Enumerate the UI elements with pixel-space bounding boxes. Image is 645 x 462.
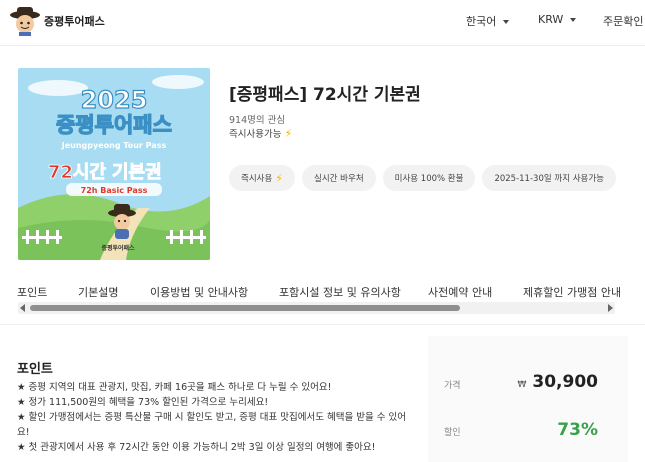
site-header: 증평투어패스 한국어 KRW 주문확인 [0, 0, 645, 46]
scrollbar-thumb[interactable] [30, 305, 460, 311]
product-image[interactable]: 2025 증평투어패스 Jeungpyeong Tour Pass 72시간 기… [18, 68, 210, 260]
image-english-name: Jeungpyeong Tour Pass [61, 141, 167, 150]
discount-value: 73% [557, 420, 598, 440]
image-badge-text: 증평투어패스 [101, 244, 135, 252]
tag-valid-until: 2025-11-30일 까지 사용가능 [482, 165, 616, 191]
tab-points[interactable]: 포인트 [17, 284, 47, 300]
tag-label: 즉시사용 [241, 174, 273, 184]
brand-name: 증평투어패스 [44, 15, 105, 28]
tab-partner-discount[interactable]: 제휴할인 가맹점 안내 [523, 284, 621, 300]
tab-basic-description[interactable]: 기본설명 [78, 284, 118, 300]
tag-realtime-voucher: 실시간 바우처 [302, 165, 376, 191]
scroll-left-arrow-icon[interactable] [20, 304, 25, 312]
mascot-logo-icon [10, 7, 40, 36]
currency-select[interactable]: KRW [538, 13, 577, 26]
points-list: ★ 증평 지역의 대표 관광지, 맛집, 카페 16곳을 패스 하나로 다 누릴… [17, 380, 412, 455]
chevron-down-icon [570, 18, 577, 22]
price-label: 가격 [444, 381, 461, 391]
points-heading: 포인트 [17, 362, 53, 377]
bolt-icon: ⚡ [275, 171, 284, 185]
detail-tabs: 포인트 기본설명 이용방법 및 안내사항 포함시설 정보 및 유의사항 사전예약… [0, 284, 630, 302]
currency-symbol: ₩ [517, 380, 527, 390]
order-check-link[interactable]: 주문확인 [603, 13, 643, 29]
language-select[interactable]: 한국어 [466, 13, 510, 29]
feature-tags: 즉시사용 ⚡ 실시간 바우처 미사용 100% 환불 2025-11-30일 까… [229, 165, 616, 191]
list-item: ★ 첫 관광지에서 사용 후 72시간 동안 이용 가능하니 2박 3일 이상 … [17, 442, 376, 453]
image-pass-title-black: 기본권 [112, 162, 162, 183]
chevron-down-icon [503, 19, 510, 24]
section-divider [0, 324, 645, 325]
tag-instant-use: 즉시사용 ⚡ [229, 165, 296, 191]
image-pass-subtitle: 72h Basic Pass [81, 186, 148, 195]
price-display: ₩ 30,900 [517, 372, 598, 392]
image-pass-name: 증평투어패스 [56, 113, 172, 137]
interest-count: 914명의 관심 [229, 115, 286, 126]
list-item: ★ 정가 111,500원의 혜택을 73% 할인된 가격으로 누리세요! [17, 397, 269, 408]
image-pass-title-red: 72시간 [48, 162, 107, 183]
product-title: [증평패스] 72시간 기본권 [229, 85, 421, 105]
instant-use-text: 즉시사용가능 [229, 129, 282, 140]
tab-facility-info[interactable]: 포함시설 정보 및 유의사항 [279, 284, 401, 300]
site-logo[interactable]: 증평투어패스 [8, 6, 105, 36]
list-item: ★ 증평 지역의 대표 관광지, 맛집, 카페 16곳을 패스 하나로 다 누릴… [17, 382, 332, 393]
tag-full-refund: 미사용 100% 환불 [382, 165, 476, 191]
language-label: 한국어 [466, 15, 497, 28]
scroll-right-arrow-icon[interactable] [608, 304, 613, 312]
image-year: 2025 [81, 86, 148, 114]
tabs-scrollbar[interactable] [18, 302, 615, 314]
tab-how-to-use[interactable]: 이용방법 및 안내사항 [150, 284, 248, 300]
discount-label: 할인 [444, 428, 461, 438]
price-panel: 가격 ₩ 30,900 할인 73% [428, 336, 628, 462]
bolt-icon: ⚡ [284, 126, 293, 140]
currency-label: KRW [538, 13, 564, 26]
list-item: ★ 할인 가맹점에서는 증평 특산물 구매 시 할인도 받고, 증평 대표 맛집… [17, 412, 406, 438]
instant-use-label: 즉시사용가능 ⚡ [229, 126, 293, 141]
price-value: 30,900 [532, 372, 598, 392]
tab-reservation-guide[interactable]: 사전예약 안내 [428, 284, 492, 300]
product-illustration: 2025 증평투어패스 Jeungpyeong Tour Pass 72시간 기… [18, 68, 210, 260]
